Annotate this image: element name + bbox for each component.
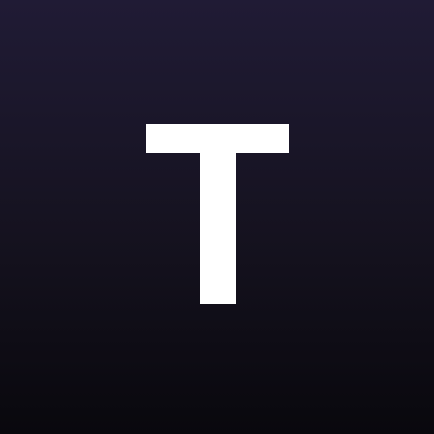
letter-t-stem	[200, 124, 236, 304]
app-icon: T	[0, 0, 434, 434]
logo-letter: T	[0, 0, 1, 1]
